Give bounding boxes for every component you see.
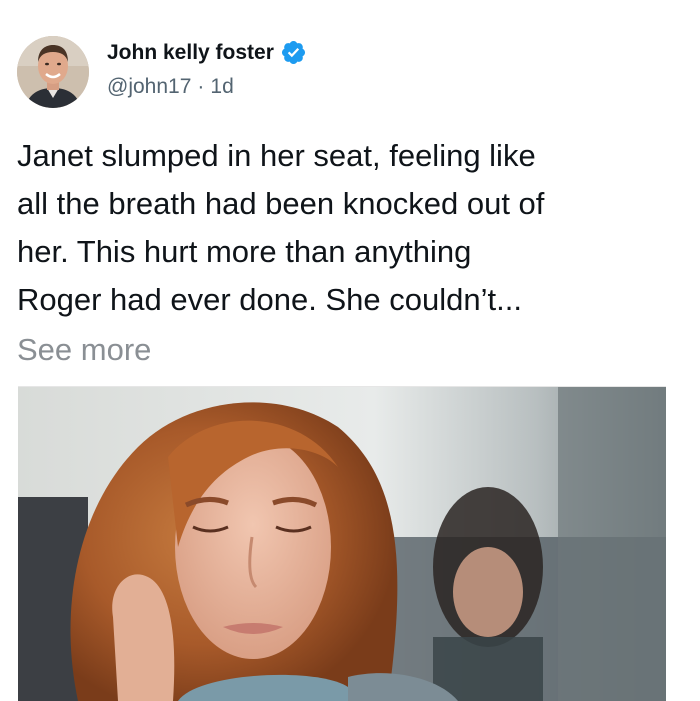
author-display-name[interactable]: John kelly foster bbox=[107, 41, 274, 65]
post-text-line: all the breath had been knocked out of bbox=[17, 186, 545, 221]
post-text-line: Roger had ever done. She couldn’t... bbox=[17, 282, 522, 317]
author-meta-row: @john17 · 1d bbox=[107, 75, 234, 99]
verified-badge-icon bbox=[280, 39, 307, 66]
post-text-line: Janet slumped in her seat, feeling like bbox=[17, 138, 536, 173]
author-handle[interactable]: @john17 bbox=[107, 75, 191, 99]
author-name-row: John kelly foster bbox=[107, 39, 307, 66]
meta-separator: · bbox=[197, 75, 205, 98]
post-media-image[interactable] bbox=[18, 386, 666, 701]
see-more-link[interactable]: See more bbox=[17, 326, 151, 374]
avatar-portrait-image bbox=[17, 36, 89, 108]
author-avatar[interactable] bbox=[17, 36, 89, 108]
media-photo bbox=[18, 387, 666, 701]
social-post: John kelly foster @john17 · 1d Janet slump… bbox=[0, 0, 700, 701]
post-text: Janet slumped in her seat, feeling like … bbox=[17, 132, 687, 324]
post-timestamp[interactable]: 1d bbox=[210, 75, 233, 99]
post-text-line: her. This hurt more than anything bbox=[17, 234, 472, 269]
